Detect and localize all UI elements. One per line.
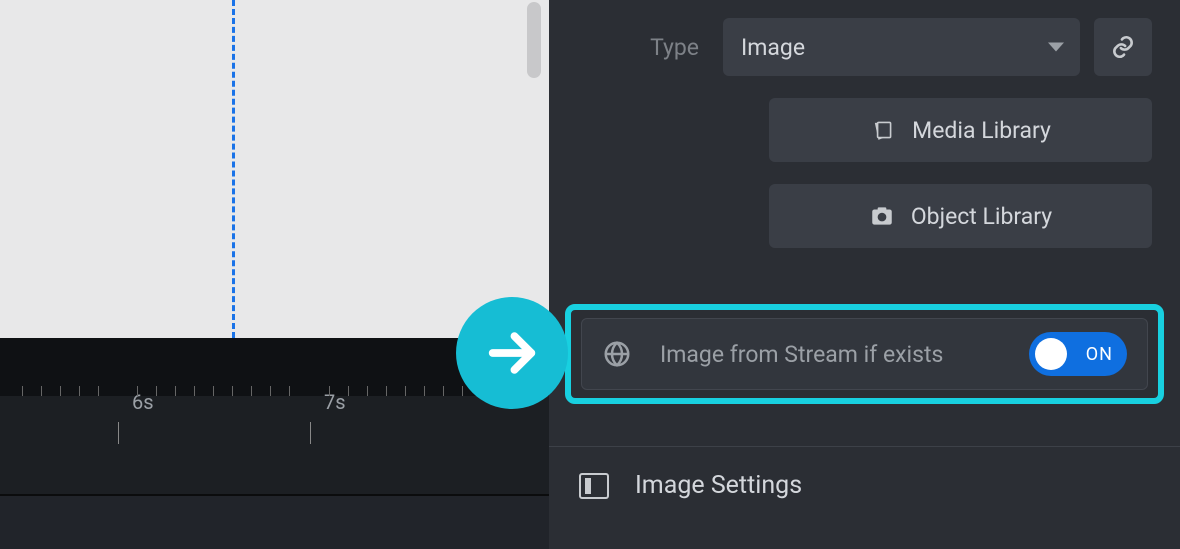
type-row: Type Image — [549, 18, 1180, 76]
playhead-line — [232, 0, 235, 338]
type-select[interactable]: Image — [723, 18, 1080, 76]
toggle-state-label: ON — [1086, 344, 1113, 365]
link-button[interactable] — [1094, 18, 1152, 76]
type-select-value: Image — [741, 34, 805, 61]
stream-toggle[interactable]: ON — [1029, 332, 1127, 376]
timeline-track[interactable] — [0, 396, 549, 494]
media-library-button[interactable]: Media Library — [769, 98, 1152, 162]
section-title: Image Settings — [635, 471, 802, 500]
image-settings-header[interactable]: Image Settings — [549, 446, 1180, 524]
object-library-icon — [869, 203, 895, 229]
canvas-area[interactable] — [0, 0, 549, 338]
panel-icon — [579, 473, 609, 499]
toggle-knob — [1035, 338, 1067, 370]
arrow-callout-icon — [456, 297, 568, 409]
media-library-label: Media Library — [912, 117, 1051, 144]
globe-icon — [602, 339, 632, 369]
object-library-button[interactable]: Object Library — [769, 184, 1152, 248]
type-label: Type — [549, 34, 709, 61]
timeline-track[interactable] — [0, 496, 549, 549]
properties-panel: Type Image Media Library Object Library … — [549, 0, 1180, 549]
vertical-scrollbar[interactable] — [527, 2, 541, 78]
editor-left-pane: 6s 7s — [0, 0, 549, 549]
highlight-box: Image from Stream if exists ON — [565, 304, 1164, 404]
stream-row: Image from Stream if exists ON — [581, 318, 1148, 390]
media-library-icon — [870, 117, 896, 143]
chevron-down-icon — [1048, 43, 1064, 52]
stream-label: Image from Stream if exists — [660, 341, 1001, 368]
object-library-label: Object Library — [911, 203, 1052, 230]
link-icon — [1110, 34, 1136, 60]
